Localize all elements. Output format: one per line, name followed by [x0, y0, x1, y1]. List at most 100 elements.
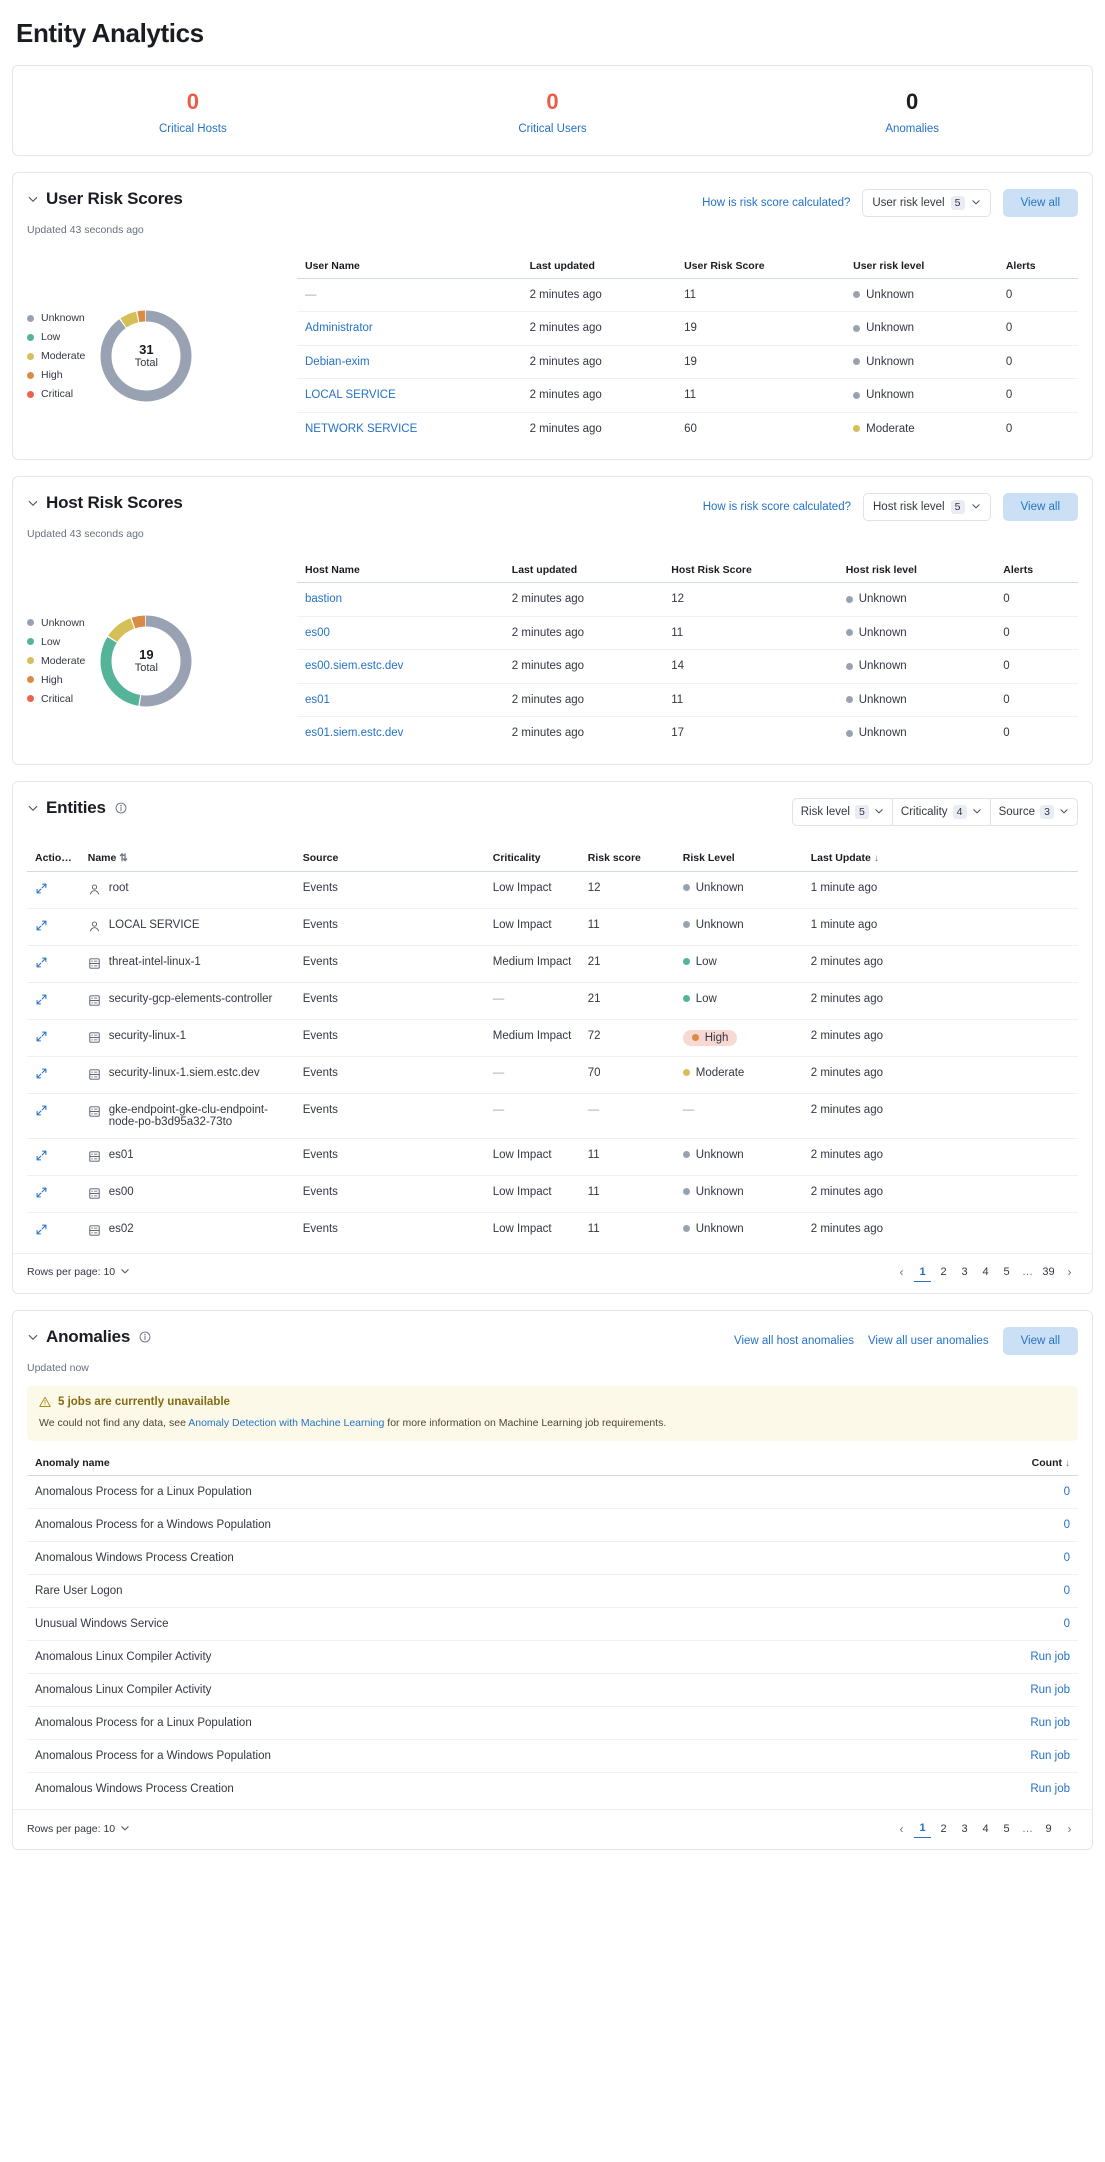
legend-label: High — [41, 674, 63, 686]
entities-filter-risk-level[interactable]: Risk level5 — [793, 799, 893, 825]
pagination-next[interactable]: › — [1061, 1819, 1078, 1838]
pagination-page-39[interactable]: 39 — [1040, 1263, 1057, 1282]
cell-risk-level: Unknown — [838, 583, 996, 617]
expand-icon[interactable] — [35, 1223, 48, 1236]
entities-rows-per-page[interactable]: Rows per page: 10 — [27, 1266, 130, 1278]
pagination-page-4[interactable]: 4 — [977, 1819, 994, 1838]
entities-pagination: ‹12345…39› — [893, 1263, 1078, 1282]
entity-link[interactable]: LOCAL SERVICE — [305, 389, 396, 401]
entity-link[interactable]: es00 — [305, 627, 330, 639]
entity-link[interactable]: NETWORK SERVICE — [305, 423, 417, 435]
host-risk-how-calculated-link[interactable]: How is risk score calculated? — [703, 501, 851, 513]
pagination-page-2[interactable]: 2 — [935, 1263, 952, 1282]
expand-icon[interactable] — [35, 882, 48, 895]
chevron-down-icon[interactable] — [27, 1331, 39, 1343]
pagination-page-4[interactable]: 4 — [977, 1263, 994, 1282]
filter-label: Source — [999, 806, 1035, 818]
host-risk-view-all-button[interactable]: View all — [1003, 493, 1078, 521]
view-all-user-anomalies-link[interactable]: View all user anomalies — [868, 1335, 989, 1347]
sort-icon[interactable]: ↓ — [874, 853, 879, 864]
info-icon[interactable] — [115, 802, 127, 814]
pagination-page-3[interactable]: 3 — [956, 1263, 973, 1282]
anomalies-view-all-button[interactable]: View all — [1003, 1327, 1078, 1355]
run-job-link[interactable]: Run job — [1030, 1783, 1070, 1795]
chevron-down-icon — [1059, 806, 1069, 818]
pagination-page-1[interactable]: 1 — [914, 1819, 931, 1838]
risk-level-dot — [853, 291, 860, 298]
entities-panel: Entities Risk level5Criticality4Source3 … — [12, 781, 1093, 1294]
entity-link[interactable]: Debian-exim — [305, 356, 370, 368]
chevron-down-icon[interactable] — [27, 802, 39, 814]
pagination-page-2[interactable]: 2 — [935, 1819, 952, 1838]
run-job-link[interactable]: Run job — [1030, 1651, 1070, 1663]
cell-name: security-linux-1 — [80, 1019, 295, 1056]
chevron-down-icon[interactable] — [27, 497, 39, 509]
entity-link[interactable]: bastion — [305, 593, 342, 605]
sort-icon[interactable]: ↓ — [1065, 1458, 1070, 1469]
user-risk-view-all-button[interactable]: View all — [1003, 189, 1078, 217]
anomaly-count-link[interactable]: 0 — [1064, 1552, 1070, 1564]
pagination-page-9[interactable]: 9 — [1040, 1819, 1057, 1838]
expand-icon[interactable] — [35, 1186, 48, 1199]
expand-icon[interactable] — [35, 1149, 48, 1162]
run-job-link[interactable]: Run job — [1030, 1684, 1070, 1696]
anomaly-count-link[interactable]: 0 — [1064, 1618, 1070, 1630]
risk-level-label: High — [705, 1032, 729, 1044]
chevron-down-icon[interactable] — [27, 193, 39, 205]
host-risk-title-wrap[interactable]: Host Risk Scores — [27, 493, 183, 513]
pagination-page-5[interactable]: 5 — [998, 1819, 1015, 1838]
run-job-link[interactable]: Run job — [1030, 1750, 1070, 1762]
entities-filter-source[interactable]: Source3 — [991, 799, 1077, 825]
kpi-label[interactable]: Critical Hosts — [13, 123, 373, 135]
pagination-prev[interactable]: ‹ — [893, 1263, 910, 1282]
user-risk-how-calculated-link[interactable]: How is risk score calculated? — [702, 197, 850, 209]
anomalies-rows-per-page[interactable]: Rows per page: 10 — [27, 1823, 130, 1835]
anomaly-count-link[interactable]: 0 — [1064, 1486, 1070, 1498]
expand-icon[interactable] — [35, 956, 48, 969]
pagination-page-3[interactable]: 3 — [956, 1819, 973, 1838]
info-icon[interactable] — [139, 1331, 151, 1343]
expand-icon[interactable] — [35, 1030, 48, 1043]
expand-icon[interactable] — [35, 993, 48, 1006]
kpi-label[interactable]: Critical Users — [373, 123, 733, 135]
entity-link[interactable]: es01 — [305, 694, 330, 706]
entity-link[interactable]: Administrator — [305, 322, 373, 334]
entity-link[interactable]: es01.siem.estc.dev — [305, 727, 403, 739]
user-risk-level-filter-count: 5 — [951, 196, 965, 210]
pagination-prev[interactable]: ‹ — [893, 1819, 910, 1838]
expand-icon[interactable] — [35, 919, 48, 932]
anomaly-count-link[interactable]: 0 — [1064, 1519, 1070, 1531]
expand-icon[interactable] — [35, 1104, 48, 1117]
user-risk-level-filter[interactable]: User risk level 5 — [862, 189, 990, 217]
column-header: Last updated — [504, 558, 663, 583]
host-risk-level-filter[interactable]: Host risk level 5 — [863, 493, 991, 521]
pagination-next[interactable]: › — [1061, 1263, 1078, 1282]
entity-name: LOCAL SERVICE — [109, 919, 200, 931]
entity-link[interactable]: es00.siem.estc.dev — [305, 660, 403, 672]
cell-risk-level: Unknown — [675, 1212, 803, 1249]
entities-title-wrap[interactable]: Entities — [27, 798, 127, 818]
anomalies-title-wrap[interactable]: Anomalies — [27, 1327, 151, 1347]
legend-dot — [27, 391, 34, 398]
cell-risk-score: 11 — [580, 908, 675, 945]
legend-item: Unknown — [27, 613, 85, 632]
kpi-label[interactable]: Anomalies — [732, 123, 1092, 135]
pagination-page-5[interactable]: 5 — [998, 1263, 1015, 1282]
anomaly-detection-ml-link[interactable]: Anomaly Detection with Machine Learning — [188, 1417, 384, 1429]
table-row: es01.siem.estc.dev2 minutes ago17Unknown… — [297, 717, 1078, 750]
cell-name: es00 — [80, 1175, 295, 1212]
view-all-host-anomalies-link[interactable]: View all host anomalies — [734, 1335, 854, 1347]
expand-icon[interactable] — [35, 1067, 48, 1080]
run-job-link[interactable]: Run job — [1030, 1717, 1070, 1729]
anomaly-count-link[interactable]: 0 — [1064, 1585, 1070, 1597]
cell-anomaly-name: Unusual Windows Service — [27, 1608, 888, 1641]
anomalies-warning-title-row: 5 jobs are currently unavailable — [39, 1396, 1066, 1408]
pagination-page-1[interactable]: 1 — [914, 1263, 931, 1282]
host-risk-table-body: bastion2 minutes ago12Unknown0es002 minu… — [297, 583, 1078, 750]
sort-icon[interactable]: ⇅ — [119, 853, 127, 864]
cell-name: security-linux-1.siem.estc.dev — [80, 1056, 295, 1093]
entities-filter-criticality[interactable]: Criticality4 — [893, 799, 991, 825]
table-row: es01EventsLow Impact11Unknown2 minutes a… — [27, 1138, 1078, 1175]
user-risk-title-wrap[interactable]: User Risk Scores — [27, 189, 183, 209]
criticality-value: Medium Impact — [493, 1030, 572, 1042]
